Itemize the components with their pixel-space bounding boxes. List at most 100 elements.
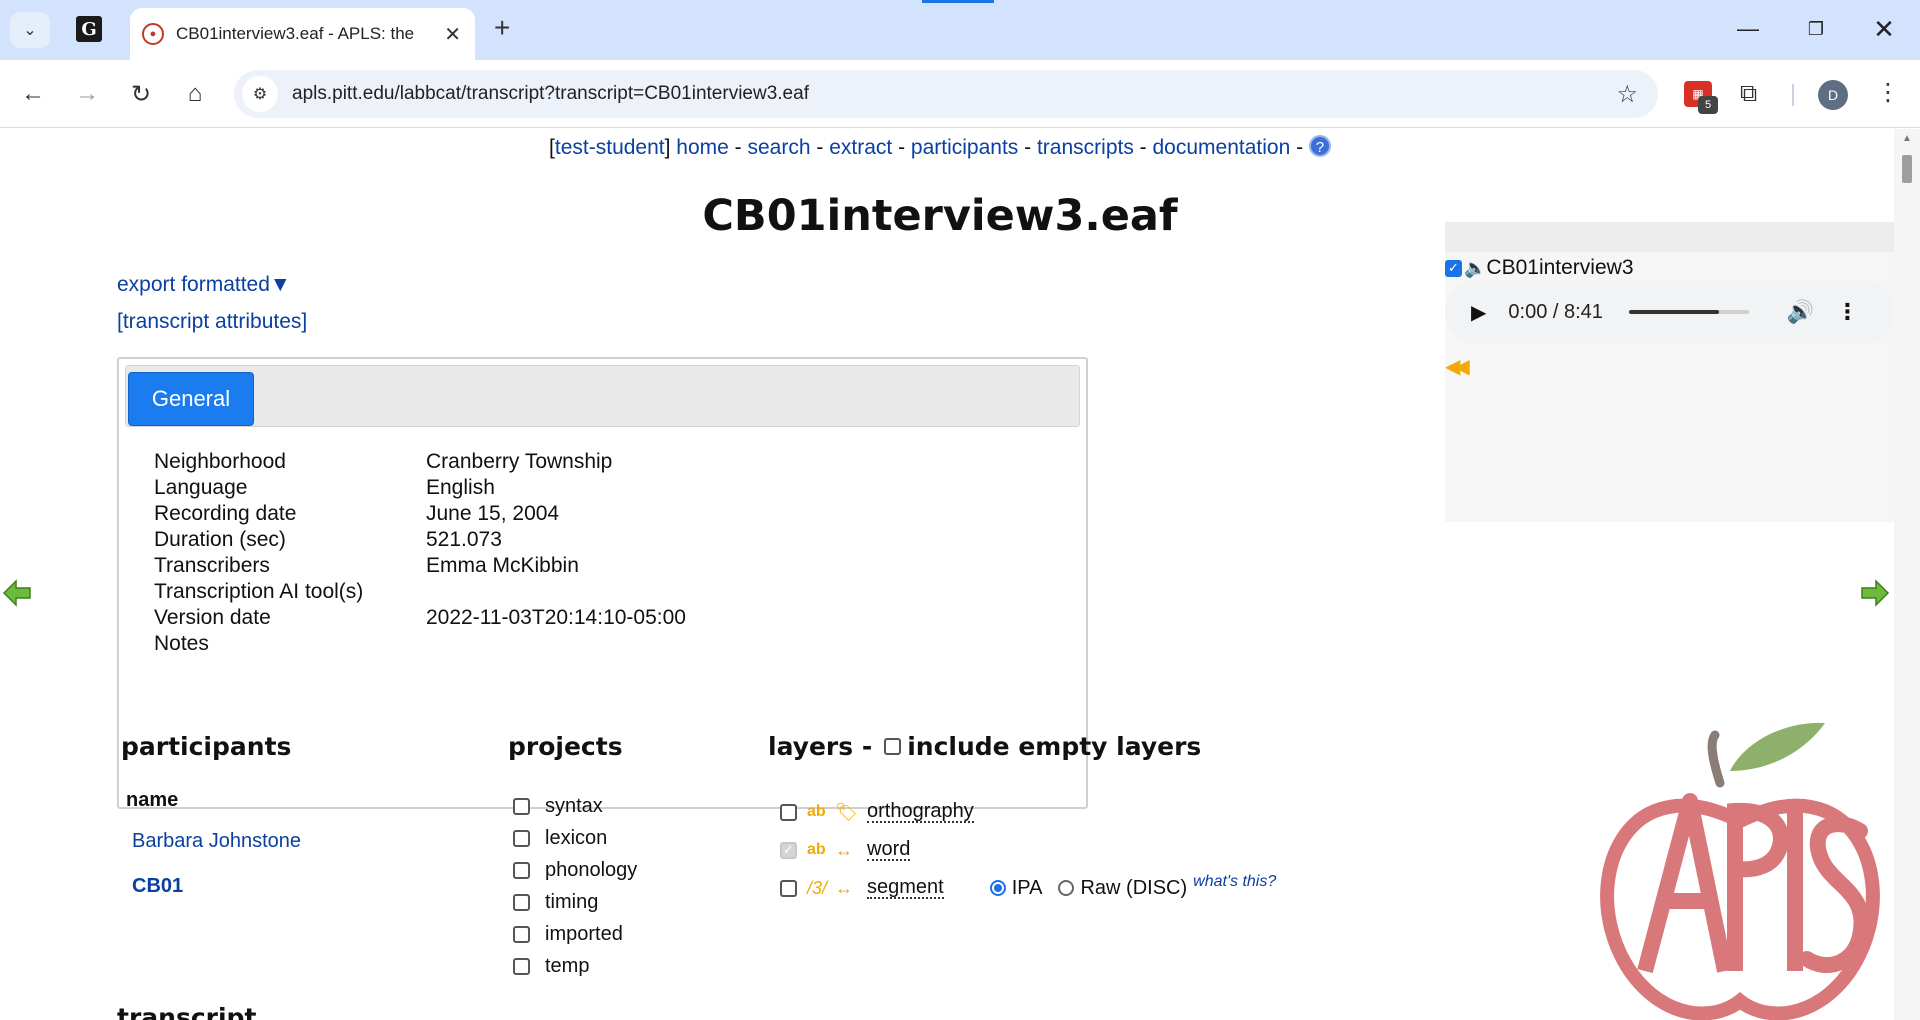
bookmark-star-icon[interactable]: ☆: [1616, 80, 1638, 109]
scroll-thumb[interactable]: [1902, 155, 1912, 183]
back-button[interactable]: ←: [16, 77, 50, 111]
layer-item-orthography[interactable]: ab 🏷 orthography: [780, 793, 1276, 831]
project-checkbox[interactable]: [513, 893, 530, 911]
project-item[interactable]: timing: [513, 886, 637, 918]
attribute-row: Version date 2022-11-03T20:14:10-05:00: [154, 605, 686, 631]
tab-general[interactable]: General: [128, 372, 254, 426]
previous-transcript-arrow-icon[interactable]: [2, 579, 32, 607]
attributes-table: Neighborhood Cranberry Township Language E…: [154, 449, 686, 657]
segment-encoding-options: IPA Raw (DISC) what's this?: [989, 873, 1276, 900]
next-transcript-arrow-icon[interactable]: [1860, 579, 1890, 607]
apple-favicon-icon: ●: [142, 23, 164, 45]
attribute-label: Transcription AI tool(s): [154, 580, 364, 603]
nav-extract[interactable]: extract: [829, 136, 892, 159]
project-item[interactable]: syntax: [513, 790, 637, 822]
attribute-label: Neighborhood: [154, 450, 286, 473]
project-item[interactable]: imported: [513, 918, 637, 950]
layer-name[interactable]: word: [867, 839, 911, 861]
nav-search[interactable]: search: [748, 136, 811, 159]
browser-menu-icon[interactable]: ⋮: [1876, 78, 1900, 107]
layer-type-label: /3/: [807, 877, 828, 898]
ipa-label: IPA: [1011, 876, 1043, 899]
player-menu-icon[interactable]: ⋮: [1836, 299, 1858, 325]
media-track-row: 🔈 CB01interview3: [1445, 256, 1634, 280]
project-label: temp: [545, 954, 590, 977]
close-tab-icon[interactable]: ✕: [444, 22, 461, 47]
toolbar-divider: [1792, 84, 1794, 106]
whats-this-link[interactable]: what's this?: [1193, 873, 1276, 891]
home-button[interactable]: ⌂: [178, 77, 212, 111]
extensions-puzzle-icon[interactable]: ⧉: [1740, 80, 1757, 108]
browser-toolbar: ← → ↻ ⌂ ⚙ apls.pitt.edu/labbcat/transcri…: [0, 60, 1920, 128]
project-item[interactable]: temp: [513, 950, 637, 982]
projects-heading: projects: [508, 732, 623, 761]
nav-documentation[interactable]: documentation: [1153, 136, 1291, 159]
chevron-down-icon: ⌄: [23, 22, 37, 39]
active-tab[interactable]: ● CB01interview3.eaf - APLS: the ✕: [130, 8, 475, 60]
raw-disc-radio[interactable]: [1058, 880, 1075, 896]
close-window-button[interactable]: ✕: [1869, 14, 1899, 44]
project-item[interactable]: phonology: [513, 854, 637, 886]
help-icon[interactable]: ?: [1308, 135, 1331, 157]
transcript-attributes-link[interactable]: [transcript attributes]: [117, 310, 307, 334]
participants-heading: participants: [121, 732, 292, 761]
layer-item-segment[interactable]: /3/ ↔ segment IPA Raw (DISC) what's this…: [780, 869, 1276, 907]
nav-participants[interactable]: participants: [911, 136, 1018, 159]
layer-checkbox[interactable]: [780, 803, 797, 821]
extension-badge-count: 5: [1698, 96, 1718, 114]
tab-search-button[interactable]: ⌄: [10, 12, 50, 48]
layer-name[interactable]: orthography: [867, 801, 974, 823]
project-checkbox[interactable]: [513, 957, 530, 975]
layer-type-label: ab: [807, 803, 826, 820]
address-bar[interactable]: ⚙ apls.pitt.edu/labbcat/transcript?trans…: [234, 70, 1658, 118]
new-tab-button[interactable]: +: [494, 14, 510, 42]
include-empty-layers-checkbox[interactable]: [884, 738, 902, 755]
project-checkbox[interactable]: [513, 861, 530, 879]
nav-home[interactable]: home: [676, 136, 729, 159]
project-checkbox[interactable]: [513, 797, 530, 815]
export-formatted-link[interactable]: export formatted▼: [117, 273, 291, 297]
layer-item-word[interactable]: ab ↔ word: [780, 831, 1276, 869]
scroll-up-arrow-icon[interactable]: ▲: [1902, 133, 1912, 144]
layers-heading: layers - include empty layers: [768, 732, 1201, 761]
forward-button[interactable]: →: [70, 77, 104, 111]
layer-checkbox[interactable]: [780, 879, 797, 897]
attribute-row: Notes: [154, 631, 686, 657]
participant-code-link[interactable]: CB01: [132, 875, 183, 898]
user-link[interactable]: test-student: [555, 136, 665, 159]
playback-time: 0:00 / 8:41: [1508, 300, 1603, 323]
attribute-label: Notes: [154, 632, 209, 655]
attribute-label: Version date: [154, 606, 271, 629]
rewind-icon[interactable]: ◀◀: [1445, 354, 1470, 379]
nav-transcripts[interactable]: transcripts: [1037, 136, 1134, 159]
attribute-label: Duration (sec): [154, 528, 286, 551]
attribute-value: 521.073: [426, 528, 502, 551]
media-track-name: CB01interview3: [1486, 256, 1634, 279]
page-scrollbar[interactable]: ▲: [1894, 129, 1920, 1020]
project-checkbox[interactable]: [513, 829, 530, 847]
profile-avatar[interactable]: D: [1818, 80, 1848, 110]
media-track-checkbox[interactable]: [1445, 259, 1462, 277]
attribute-label: Language: [154, 476, 248, 499]
browser-tab-strip: ⌄ G ● CB01interview3.eaf - APLS: the ✕ +…: [0, 0, 1920, 60]
participant-name-link[interactable]: Barbara Johnstone: [132, 830, 301, 853]
attribute-label: Transcribers: [154, 554, 270, 577]
restore-window-button[interactable]: ❐: [1801, 14, 1831, 44]
ipa-radio[interactable]: [989, 880, 1006, 896]
volume-icon[interactable]: 🔊: [1787, 299, 1814, 325]
url-text[interactable]: apls.pitt.edu/labbcat/transcript?transcr…: [292, 83, 809, 105]
minimize-window-button[interactable]: —: [1733, 14, 1763, 44]
project-item[interactable]: lexicon: [513, 822, 637, 854]
project-checkbox[interactable]: [513, 925, 530, 943]
pinned-tab[interactable]: G: [76, 16, 102, 42]
attribute-row: Neighborhood Cranberry Township: [154, 449, 686, 475]
raw-disc-label: Raw (DISC): [1080, 876, 1188, 899]
attribute-row: Transcription AI tool(s): [154, 579, 686, 605]
play-icon[interactable]: ▶: [1471, 300, 1486, 325]
site-info-icon[interactable]: ⚙: [242, 76, 278, 112]
project-label: phonology: [545, 858, 638, 881]
playback-progress-bar[interactable]: [1628, 310, 1749, 314]
reload-button[interactable]: ↻: [124, 77, 158, 111]
layer-name[interactable]: segment: [867, 877, 944, 899]
attribute-label: Recording date: [154, 502, 297, 525]
